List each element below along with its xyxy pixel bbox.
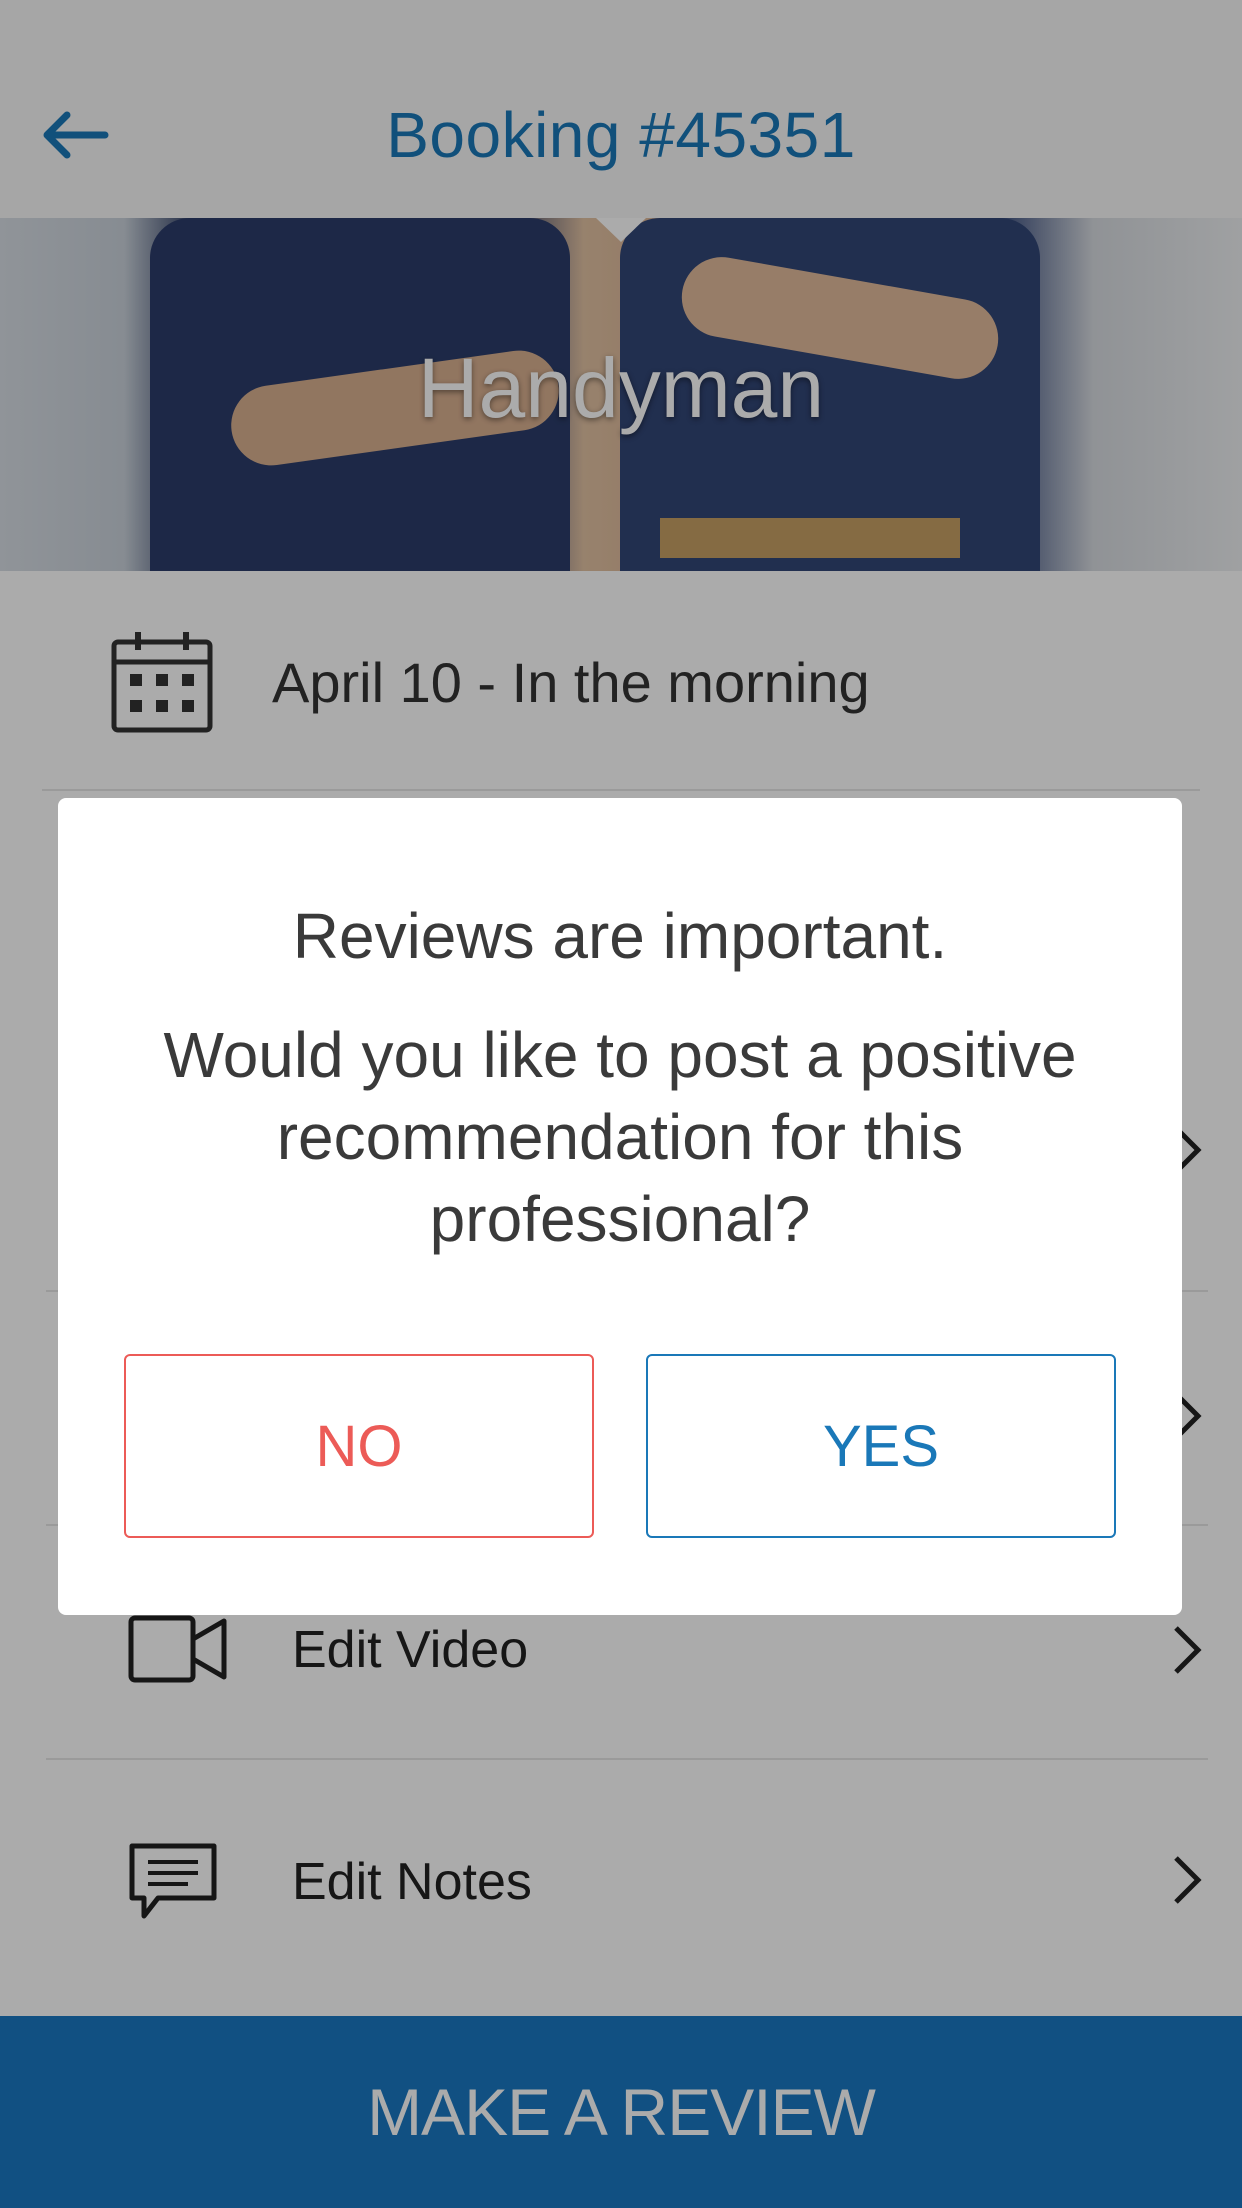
no-button[interactable]: NO bbox=[124, 1354, 594, 1538]
dialog-title: Reviews are important. bbox=[292, 900, 948, 972]
dialog-message: Would you like to post a positive recomm… bbox=[163, 1019, 1077, 1255]
review-prompt-dialog: Reviews are important. Would you like to… bbox=[58, 798, 1182, 1615]
yes-button[interactable]: YES bbox=[646, 1354, 1116, 1538]
